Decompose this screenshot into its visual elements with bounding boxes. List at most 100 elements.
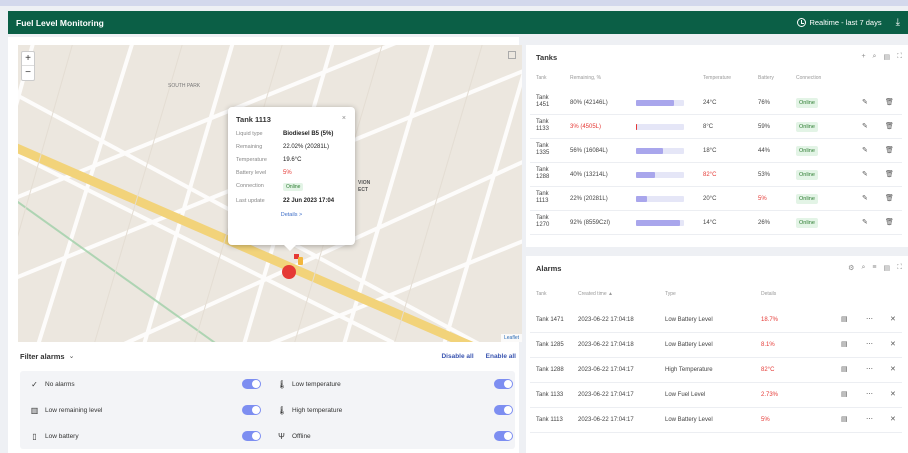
fullscreen-icon[interactable]: ⛶ <box>897 53 902 61</box>
close-icon[interactable]: ✕ <box>890 390 896 398</box>
tanks-toolbar: + ⌕ ▤ ⛶ <box>861 53 902 61</box>
delete-icon[interactable]: 🗑 <box>885 122 894 130</box>
enable-all-button[interactable]: Enable all <box>486 353 516 360</box>
column-header[interactable]: Tank <box>536 75 547 81</box>
alarm-marker[interactable] <box>282 265 296 279</box>
disable-all-button[interactable]: Disable all <box>441 353 473 360</box>
acknowledge-icon[interactable]: ▤ <box>841 365 848 373</box>
more-icon[interactable]: ⋯ <box>866 340 873 348</box>
column-header[interactable]: Battery <box>758 75 774 81</box>
close-icon[interactable]: ✕ <box>890 365 896 373</box>
alarm-details: 18.7% <box>761 317 779 323</box>
filter-item-offline: Ψ Offline <box>277 428 311 444</box>
search-icon[interactable]: ⌕ <box>861 264 865 272</box>
column-header-created-time[interactable]: Created time ▲ <box>578 291 613 297</box>
chevron-down-icon[interactable]: ⌄ <box>69 352 75 360</box>
more-icon[interactable]: ⋯ <box>866 315 873 323</box>
toggle-low-temperature[interactable] <box>494 379 513 389</box>
edit-icon[interactable]: ✎ <box>862 122 868 130</box>
acknowledge-icon[interactable]: ▤ <box>841 315 848 323</box>
more-icon[interactable]: ⋯ <box>866 365 873 373</box>
column-header[interactable]: Remaining, % <box>570 75 601 81</box>
realtime-selector[interactable]: Realtime - last 7 days <box>797 18 882 27</box>
map[interactable]: SOUTH PARK VION ECT + − Tank 1113 × Liqu… <box>18 45 522 342</box>
filter-item-low-temperature: 🌡 Low temperature <box>277 376 341 392</box>
remaining-bar <box>636 148 684 154</box>
close-icon[interactable]: ✕ <box>890 340 896 348</box>
table-row[interactable]: Tank 1133 2023-06-22 17:04:17 Low Fuel Lev… <box>530 383 902 408</box>
close-icon[interactable]: ✕ <box>890 415 896 423</box>
more-icon[interactable]: ⋯ <box>866 415 873 423</box>
popup-row: Connection Online <box>236 183 347 191</box>
toggle-high-temperature[interactable] <box>494 405 513 415</box>
table-row[interactable]: Tank 1288 40% (13214L) 82°C 53% Online ✎ 🗑 <box>530 164 902 187</box>
search-icon[interactable]: ⌕ <box>873 53 877 61</box>
column-header[interactable]: Tank <box>536 291 547 297</box>
fullscreen-icon[interactable]: ⛶ <box>897 264 902 272</box>
filter-label: High temperature <box>292 406 343 414</box>
acknowledge-icon[interactable]: ▤ <box>841 415 848 423</box>
download-icon[interactable]: ⤓ <box>896 17 900 28</box>
table-row[interactable]: Tank 1113 2023-06-22 17:04:17 Low Battery … <box>530 408 902 433</box>
edit-icon[interactable]: ✎ <box>862 218 868 226</box>
delete-icon[interactable]: 🗑 <box>885 146 894 154</box>
details-link[interactable]: Details > <box>236 212 347 218</box>
column-header[interactable]: Type <box>665 291 676 297</box>
toggle-low-battery[interactable] <box>242 431 261 441</box>
popup-value: 22.02% (20281L) <box>283 144 330 150</box>
table-row[interactable]: Tank 1471 2023-06-22 17:04:18 Low Battery … <box>530 308 902 333</box>
connection-badge: Online <box>796 170 818 180</box>
close-icon[interactable]: ✕ <box>890 315 896 323</box>
filter-item-low-remaining-level: ▥ Low remaining level <box>30 402 103 418</box>
temperature-value: 24°C <box>703 100 717 106</box>
edit-icon[interactable]: ✎ <box>862 146 868 154</box>
app-header: Fuel Level Monitoring Realtime - last 7 … <box>8 11 908 34</box>
edit-icon[interactable]: ✎ <box>862 170 868 178</box>
edit-icon[interactable]: ✎ <box>862 194 868 202</box>
close-icon[interactable]: × <box>342 115 346 122</box>
more-icon[interactable]: ⋯ <box>866 390 873 398</box>
acknowledge-icon[interactable]: ▤ <box>841 340 848 348</box>
popup-value: 19.6°C <box>283 157 302 163</box>
connection-badge: Online <box>796 122 818 132</box>
alarm-tank: Tank 1288 <box>536 367 564 373</box>
toggle-offline[interactable] <box>494 431 513 441</box>
toggle-no-alarms[interactable] <box>242 379 261 389</box>
table-row[interactable]: Tank 1451 80% (42146L) 24°C 76% Online ✎ 🗑 <box>530 92 902 115</box>
column-header[interactable]: Connection <box>796 75 821 81</box>
delete-icon[interactable]: 🗑 <box>885 218 894 226</box>
gear-icon[interactable]: ⚙ <box>848 264 854 272</box>
add-icon[interactable]: + <box>861 53 865 61</box>
filter-icon[interactable]: ≡ <box>872 264 876 272</box>
table-row[interactable]: Tank 1288 2023-06-22 17:04:17 High Tempera… <box>530 358 902 383</box>
toggle-low-remaining-level[interactable] <box>242 405 261 415</box>
table-row[interactable]: Tank 1285 2023-06-22 17:04:18 Low Battery … <box>530 333 902 358</box>
battery-value: 53% <box>758 172 771 178</box>
export-icon[interactable]: ▤ <box>883 53 890 61</box>
column-header[interactable]: Details <box>761 291 776 297</box>
edit-icon[interactable]: ✎ <box>862 98 868 106</box>
map-street-label: SOUTH PARK <box>168 83 201 89</box>
table-row[interactable]: Tank 1335 56% (16084L) 18°C 44% Online ✎ 🗑 <box>530 140 902 163</box>
zoom-out-button[interactable]: − <box>22 66 34 80</box>
tank-marker-icon[interactable] <box>298 257 303 265</box>
filter-item-no-alarms: ✓ No alarms <box>30 376 74 392</box>
delete-icon[interactable]: 🗑 <box>885 194 894 202</box>
popup-label: Liquid type <box>236 131 263 137</box>
filter-alarms-title[interactable]: Filter alarms <box>20 352 65 361</box>
remaining-value: 80% (42146L) <box>570 100 608 106</box>
table-row[interactable]: Tank 1113 22% (20281L) 20°C 5% Online ✎ 🗑 <box>530 188 902 211</box>
export-icon[interactable]: ▤ <box>883 264 890 272</box>
remaining-bar-fill <box>636 172 656 178</box>
delete-icon[interactable]: 🗑 <box>885 170 894 178</box>
zoom-in-button[interactable]: + <box>22 52 34 66</box>
table-row[interactable]: Tank 1270 92% (8559CzI) 14°C 26% Online ✎ 🗑 <box>530 212 902 235</box>
delete-icon[interactable]: 🗑 <box>885 98 894 106</box>
acknowledge-icon[interactable]: ▤ <box>841 390 848 398</box>
column-header[interactable]: Temperature <box>703 75 731 81</box>
table-row[interactable]: Tank 1133 3% (4505L) 8°C 59% Online ✎ 🗑 <box>530 116 902 139</box>
fullscreen-icon[interactable] <box>508 51 516 59</box>
map-attribution[interactable]: Leaflet <box>500 334 522 342</box>
alarm-tank: Tank 1471 <box>536 317 564 323</box>
alarms-toolbar: ⚙ ⌕ ≡ ▤ ⛶ <box>848 264 902 272</box>
